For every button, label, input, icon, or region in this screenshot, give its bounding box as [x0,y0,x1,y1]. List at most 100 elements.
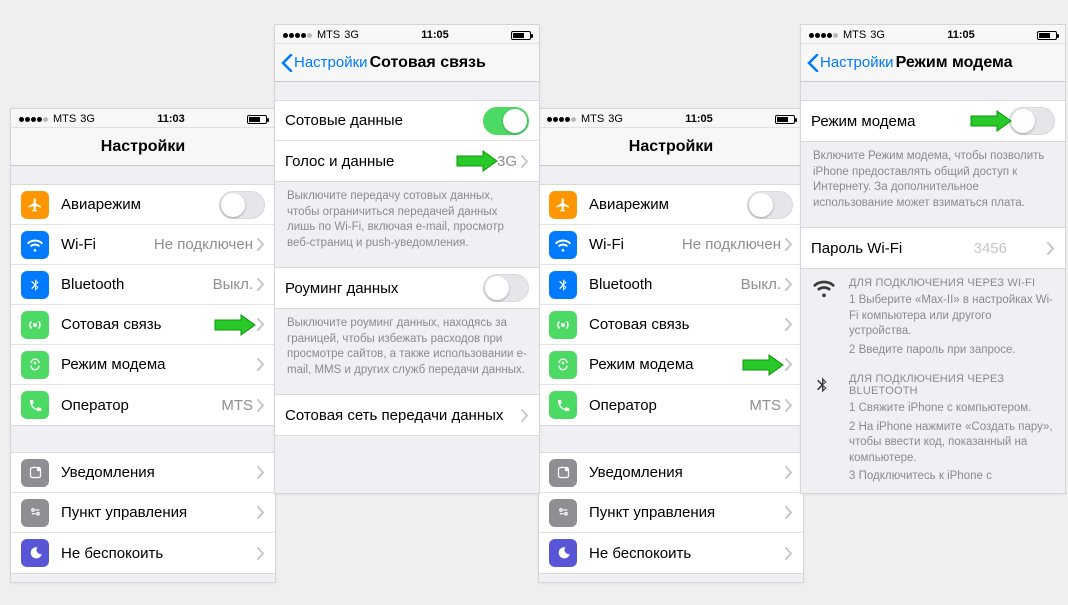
signal-dots-icon [809,29,839,41]
hotspot-toggle[interactable] [1009,107,1055,135]
row-notifications[interactable]: Уведомления [539,453,803,493]
roaming-note: Выключите роуминг данных, находясь за гр… [275,309,539,388]
row-hotspot[interactable]: Режим модема [11,345,275,385]
row-apn[interactable]: Сотовая сеть передачи данных [275,395,539,435]
bluetooth-label: Bluetooth [589,276,741,293]
airplane-icon [21,191,49,219]
chevron-right-icon [257,547,265,560]
bluetooth-value: Выкл. [741,276,781,293]
group-system: Уведомления Пункт управления Не беспокои… [11,452,275,574]
bluetooth-icon [21,271,49,299]
group-roaming: Роуминг данных [275,267,539,309]
row-carrier[interactable]: Оператор MTS [539,385,803,425]
roaming-toggle[interactable] [483,274,529,302]
notifications-label: Уведомления [589,464,785,481]
cellular-label: Сотовая связь [589,316,785,333]
network-label: 3G [870,29,885,41]
row-control-center[interactable]: Пункт управления [539,493,803,533]
wifi-icon [813,277,835,304]
row-airplane[interactable]: Авиарежим [539,185,803,225]
row-wifi-password[interactable]: Пароль Wi-Fi 3456 [801,228,1065,268]
instructions-wifi-step2: 2 Введите пароль при запросе. [849,343,1053,359]
notifications-icon [21,459,49,487]
instructions-bluetooth: ДЛЯ ПОДКЛЮЧЕНИЯ ЧЕРЕЗ BLUETOOTH 1 Свяжит… [801,365,1065,492]
airplane-label: Авиарежим [61,196,219,213]
screen-settings-root: MTS 3G 11:03 Настройки Авиарежим Wi-Fi Н… [10,108,276,583]
chevron-right-icon [785,238,793,251]
status-bar: MTS 3G 11:05 [801,25,1065,44]
cellular-data-toggle[interactable] [483,107,529,135]
row-voice-data[interactable]: Голос и данные 3G [275,141,539,181]
apn-label: Сотовая сеть передачи данных [285,407,521,424]
cellular-icon [549,311,577,339]
row-roaming[interactable]: Роуминг данных [275,268,539,308]
carrier-label: MTS [53,113,76,125]
row-airplane[interactable]: Авиарежим [11,185,275,225]
hotspot-label: Режим модема [61,356,257,373]
hotspot-note: Включите Режим модема, чтобы позволить i… [801,142,1065,221]
back-button[interactable]: Настройки [807,54,894,72]
navbar: Настройки Сотовая связь [275,44,539,82]
chevron-right-icon [785,399,793,412]
carrier-label: MTS [581,113,604,125]
row-cellular-data[interactable]: Сотовые данные [275,101,539,141]
row-dnd[interactable]: Не беспокоить [11,533,275,573]
group-connectivity: Авиарежим Wi-Fi Не подключен Bluetooth В… [539,184,803,426]
chevron-right-icon [1047,242,1055,255]
hotspot-toggle-label: Режим модема [811,113,1009,130]
control-center-label: Пункт управления [589,504,785,521]
instructions-bt-step3: 3 Подключитесь к iPhone с [849,469,1053,485]
instructions-bt-step1: 1 Свяжите iPhone с компьютером. [849,401,1053,417]
row-wifi[interactable]: Wi-Fi Не подключен [539,225,803,265]
carrier-row-label: Оператор [589,397,749,414]
instructions-bt-step2: 2 На iPhone нажмите «Создать пару», чтоб… [849,420,1053,467]
row-bluetooth[interactable]: Bluetooth Выкл. [539,265,803,305]
status-bar: MTS 3G 11:03 [11,109,275,128]
chevron-right-icon [257,466,265,479]
row-notifications[interactable]: Уведомления [11,453,275,493]
wifi-label: Wi-Fi [589,236,682,253]
carrier-label: MTS [843,29,866,41]
bluetooth-icon [813,373,831,402]
wifi-icon [21,231,49,259]
cellular-note: Выключите передачу сотовых данных, чтобы… [275,182,539,261]
wifi-value: Не подключен [682,236,781,253]
back-label: Настройки [820,54,894,71]
back-button[interactable]: Настройки [281,54,368,72]
row-carrier[interactable]: Оператор MTS [11,385,275,425]
battery-icon [1037,31,1057,40]
status-bar: MTS 3G 11:05 [275,25,539,44]
chevron-right-icon [521,155,529,168]
row-control-center[interactable]: Пункт управления [11,493,275,533]
phone-icon [21,391,49,419]
signal-dots-icon [547,113,577,125]
row-cellular[interactable]: Сотовая связь [539,305,803,345]
row-dnd[interactable]: Не беспокоить [539,533,803,573]
voice-data-label: Голос и данные [285,153,497,170]
row-bluetooth[interactable]: Bluetooth Выкл. [11,265,275,305]
airplane-toggle[interactable] [747,191,793,219]
row-wifi[interactable]: Wi-Fi Не подключен [11,225,275,265]
row-hotspot[interactable]: Режим модема [539,345,803,385]
chevron-right-icon [257,506,265,519]
airplane-toggle[interactable] [219,191,265,219]
navbar: Настройки Режим модема [801,44,1065,82]
chevron-right-icon [785,358,793,371]
carrier-label: MTS [317,29,340,41]
chevron-right-icon [785,318,793,331]
instructions-wifi: ДЛЯ ПОДКЛЮЧЕНИЯ ЧЕРЕЗ WI-FI 1 Выберите «… [801,269,1065,365]
navbar: Настройки [539,128,803,166]
hotspot-icon [549,351,577,379]
roaming-label: Роуминг данных [285,280,483,297]
page-title: Сотовая связь [370,54,486,72]
airplane-icon [549,191,577,219]
control-center-icon [549,499,577,527]
chevron-right-icon [785,278,793,291]
dnd-icon [21,539,49,567]
cellular-data-label: Сотовые данные [285,112,483,129]
row-cellular[interactable]: Сотовая связь [11,305,275,345]
row-hotspot-toggle[interactable]: Режим модема [801,101,1065,141]
dnd-icon [549,539,577,567]
battery-icon [775,115,795,124]
page-title: Настройки [11,138,275,156]
